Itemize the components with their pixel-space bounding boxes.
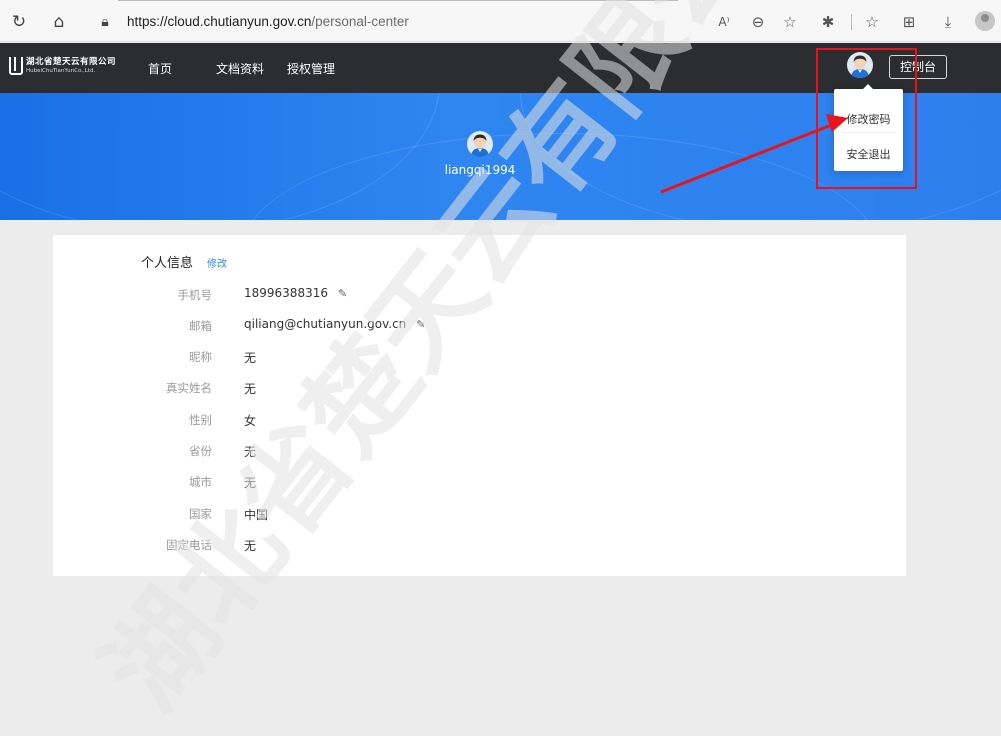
annotation-arrow-icon bbox=[660, 114, 848, 194]
